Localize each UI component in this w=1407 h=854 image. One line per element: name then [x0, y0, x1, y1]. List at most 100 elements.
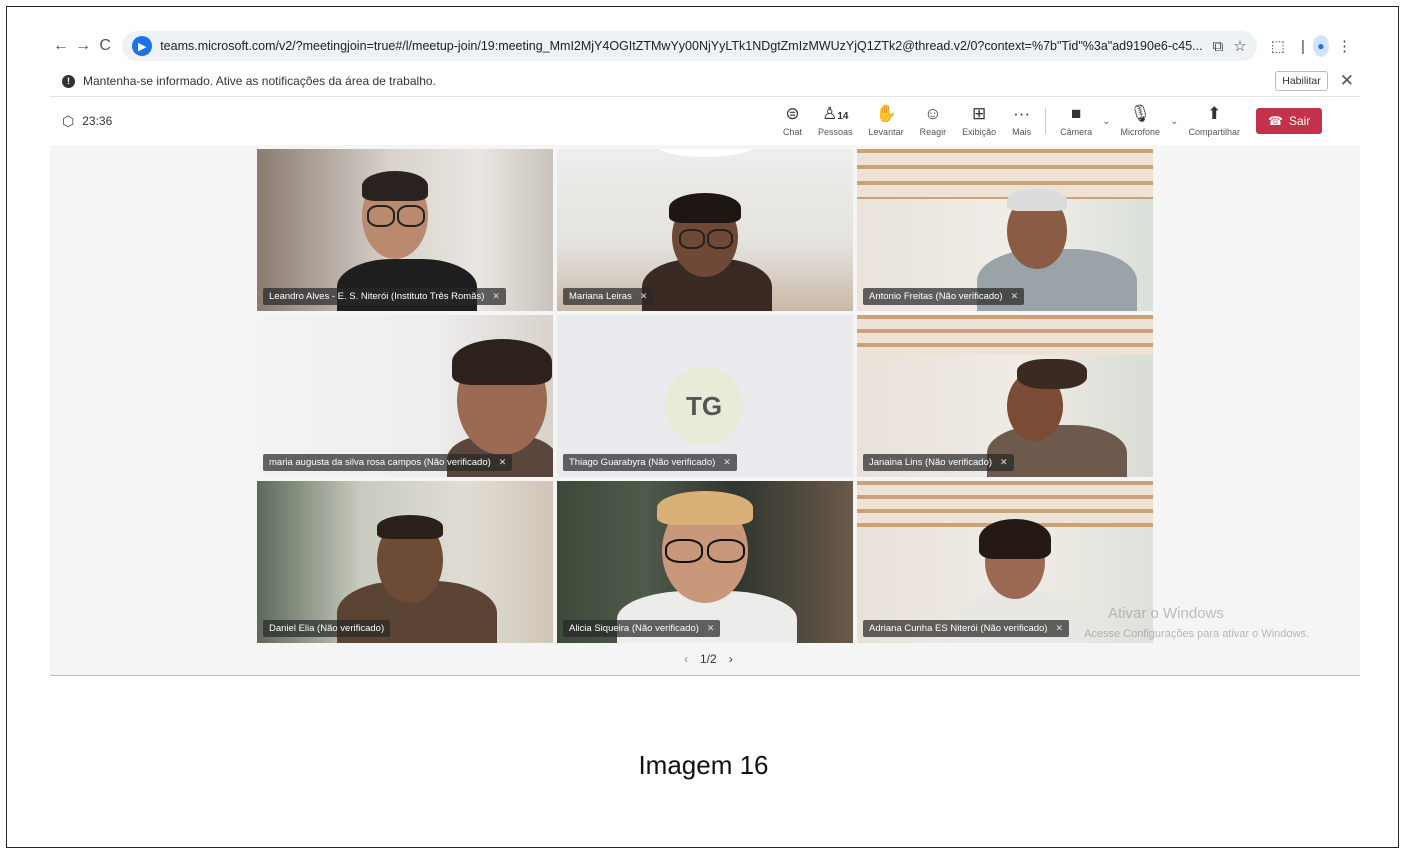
participant-name-tag: Antonio Freitas (Não verificado) ✕ [863, 288, 1025, 305]
info-icon: ! [62, 74, 75, 88]
more-icon: ··· [1013, 104, 1031, 123]
menu-kebab-icon[interactable]: ⋮ [1337, 37, 1352, 55]
react-label: Reagir [919, 127, 947, 137]
chevron-right-icon[interactable]: › [729, 652, 733, 666]
mic-muted-icon: 🎙︎ [1129, 104, 1152, 123]
participant-name: Janaina Lins (Não verificado) [869, 457, 993, 468]
chevron-left-icon[interactable]: ‹ [684, 652, 688, 666]
notification-text: Mantenha-se informado. Ative as notifica… [83, 74, 436, 88]
meeting-timer: ⬡ 23:36 [62, 113, 112, 130]
mic-off-icon: ✕ [492, 291, 500, 301]
timer-text: 23:36 [82, 114, 113, 128]
shield-icon: ⬡ [62, 112, 75, 129]
mic-off-icon: ✕ [639, 291, 648, 301]
mic-off-icon: ✕ [1055, 623, 1064, 633]
leave-button[interactable]: ☎ Sair [1255, 108, 1323, 134]
view-button[interactable]: ⊞ Exibição [962, 104, 997, 138]
share-icon: ⬆ [1207, 104, 1222, 123]
raise-label: Levantar [868, 127, 904, 137]
chat-button[interactable]: ⊜ Chat [783, 104, 803, 138]
mic-off-icon: ✕ [723, 457, 731, 467]
video-tile[interactable]: Leandro Alves - E. S. Niterói (Instituto… [257, 149, 553, 311]
toolbar-divider [1045, 108, 1047, 134]
video-tile-active-speaker[interactable]: Daniel Elia (Não verificado) [257, 481, 553, 643]
windows-activation-title: Ativar o Windows [1108, 605, 1224, 622]
extensions-icon[interactable]: ⬚ [1271, 37, 1285, 55]
teams-icon: ▶ [132, 36, 153, 56]
participant-name: Antonio Freitas (Não verificado) [869, 291, 1003, 302]
back-button[interactable]: ← [50, 31, 72, 61]
people-label: Pessoas [818, 127, 853, 137]
participant-name-tag: Janaina Lins (Não verificado) ✕ [863, 454, 1014, 471]
participant-name-tag: Thiago Guarabyra (Não verificado) ✕ [563, 454, 737, 471]
image-caption: Imagem 16 [638, 750, 769, 780]
leave-label: Sair [1288, 114, 1311, 128]
participant-name: Alicia Siqueira (Não verificado) [569, 623, 699, 634]
view-label: Exibição [962, 127, 997, 137]
participant-initials-avatar: TG [665, 367, 743, 445]
close-icon[interactable]: ✕ [1340, 71, 1354, 91]
browser-toolbar: ← → C ▶ teams.microsoft.com/v2/?meetingj… [50, 28, 1360, 64]
windows-activation-subtitle: Acesse Configurações para ativar o Windo… [1084, 628, 1309, 640]
enable-notifications-button[interactable]: Habilitar [1275, 71, 1328, 91]
mic-button[interactable]: 🎙︎ Microfone [1120, 104, 1161, 138]
video-tile[interactable]: Mariana Leiras ✕ [557, 149, 853, 311]
participant-name-tag: Mariana Leiras ✕ [563, 288, 654, 305]
raise-hand-button[interactable]: ✋ Levantar [868, 104, 904, 138]
mic-off-icon: ✕ [1000, 457, 1008, 467]
bookmark-star-icon[interactable]: ☆ [1233, 37, 1246, 55]
share-label: Compartilhar [1188, 127, 1240, 137]
react-button[interactable]: ☺ Reagir [919, 104, 947, 138]
page-indicator: 1/2 [700, 652, 717, 666]
camera-button[interactable]: ■ Câmera [1060, 104, 1093, 138]
participant-name-tag: Adriana Cunha ES Niterói (Não verificado… [863, 620, 1070, 637]
people-icon: ♙14 [822, 104, 849, 123]
notification-bar: ! Mantenha-se informado. Ative as notifi… [50, 66, 1360, 97]
video-stage: Leandro Alves - E. S. Niterói (Instituto… [50, 145, 1360, 676]
address-bar[interactable]: ▶ teams.microsoft.com/v2/?meetingjoin=tr… [122, 31, 1257, 61]
video-tile[interactable]: Alicia Siqueira (Não verificado) ✕ [557, 481, 853, 643]
video-tile[interactable]: Antonio Freitas (Não verificado) ✕ [857, 149, 1153, 311]
share-button[interactable]: ⬆ Compartilhar [1188, 104, 1240, 138]
more-button[interactable]: ··· Mais [1012, 104, 1032, 138]
camera-options-chevron-icon[interactable]: ⌄ [1102, 116, 1110, 127]
divider: | [1300, 37, 1305, 55]
install-app-icon[interactable]: ⧉ [1213, 38, 1224, 55]
smiley-icon: ☺ [924, 104, 942, 123]
reload-button[interactable]: C [94, 31, 116, 61]
participant-name-tag: maria augusta da silva rosa campos (Não … [263, 454, 513, 471]
profile-avatar-icon[interactable]: ● [1312, 35, 1330, 57]
hand-icon: ✋ [875, 104, 897, 123]
video-tile[interactable]: maria augusta da silva rosa campos (Não … [257, 315, 553, 477]
url-text[interactable]: teams.microsoft.com/v2/?meetingjoin=true… [160, 39, 1202, 53]
people-count: 14 [837, 111, 849, 122]
people-button[interactable]: ♙14 Pessoas [818, 104, 853, 138]
phone-hangup-icon: ☎ [1267, 114, 1283, 128]
participant-name: Adriana Cunha ES Niterói (Não verificado… [869, 623, 1048, 634]
mic-off-icon: ✕ [498, 457, 507, 467]
participant-name-tag: Alicia Siqueira (Não verificado) ✕ [563, 620, 721, 637]
camera-icon: ■ [1071, 104, 1082, 123]
mic-label: Microfone [1120, 127, 1161, 137]
forward-button[interactable]: → [72, 31, 94, 61]
participant-name: Thiago Guarabyra (Não verificado) [569, 457, 716, 468]
meeting-toolbar: ⬡ 23:36 ⊜ Chat ♙14 Pessoas ✋ Levantar ☺ … [50, 98, 1360, 144]
grid-icon: ⊞ [971, 104, 987, 123]
participant-name: Leandro Alves - E. S. Niterói (Instituto… [269, 291, 485, 302]
mic-off-icon: ✕ [1010, 291, 1019, 301]
video-tile[interactable]: TG Thiago Guarabyra (Não verificado) ✕ [557, 315, 853, 477]
camera-label: Câmera [1060, 127, 1093, 137]
video-tile[interactable]: Janaina Lins (Não verificado) ✕ [857, 315, 1153, 477]
participant-name: Daniel Elia (Não verificado) [269, 623, 385, 634]
participant-name-tag: Leandro Alves - E. S. Niterói (Instituto… [263, 288, 506, 305]
toolbar-actions: ⊜ Chat ♙14 Pessoas ✋ Levantar ☺ Reagir ⊞… [775, 98, 1323, 144]
mic-options-chevron-icon[interactable]: ⌄ [1170, 116, 1178, 127]
mic-off-icon: ✕ [706, 623, 715, 633]
participant-name: Mariana Leiras [569, 291, 632, 302]
participant-name-tag: Daniel Elia (Não verificado) [263, 620, 391, 637]
chat-icon: ⊜ [785, 104, 800, 123]
participant-name: maria augusta da silva rosa campos (Não … [269, 457, 491, 468]
more-label: Mais [1012, 127, 1032, 137]
gallery-pager: ‹ 1/2 › [678, 652, 739, 666]
chat-label: Chat [783, 127, 803, 137]
